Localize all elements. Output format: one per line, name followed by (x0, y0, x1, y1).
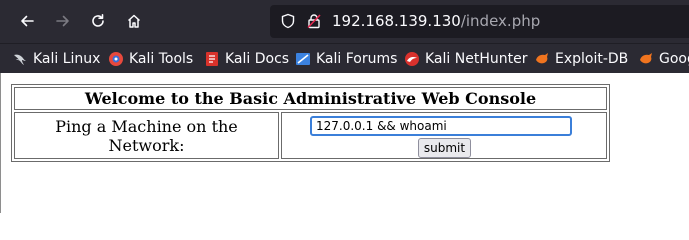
ping-label: Ping a Machine on the Network: (14, 112, 279, 159)
shield-icon[interactable] (280, 13, 296, 29)
kali-forums-icon (296, 53, 310, 65)
home-button[interactable] (119, 6, 149, 36)
bookmark-exploit-db[interactable]: Exploit-DB (534, 49, 628, 69)
insecure-lock-icon[interactable] (306, 13, 322, 29)
bookmark-label: Kali Linux (33, 51, 101, 67)
kali-docs-icon (206, 52, 218, 66)
forward-button[interactable] (48, 6, 78, 36)
bookmark-label: Exploit-DB (555, 51, 629, 67)
kali-dragon-icon (14, 54, 26, 65)
url-text[interactable]: 192.168.139.130/index.php (332, 12, 540, 30)
bookmarks-toolbar: Kali Linux Kali Tools Kali Docs Kali For… (0, 43, 689, 73)
back-arrow-icon (21, 15, 34, 27)
bookmark-kali-nethunter[interactable]: Kali NetHunter (404, 49, 527, 69)
page-title: Welcome to the Basic Administrative Web … (14, 87, 607, 110)
url-host: 192.168.139.130 (332, 12, 461, 30)
ping-target-input[interactable] (310, 116, 572, 136)
bookmark-label: Goog (659, 51, 689, 67)
reload-icon (92, 14, 104, 27)
url-path: /index.php (460, 12, 541, 30)
bookmark-kali-docs[interactable]: Kali Docs (204, 49, 289, 69)
bookmark-google-hacking-db[interactable]: Goog (638, 49, 689, 69)
home-icon (127, 14, 141, 28)
bookmark-label: Kali NetHunter (425, 51, 528, 67)
google-hacking-db-icon (640, 53, 652, 64)
address-bar[interactable]: 192.168.139.130/index.php (270, 5, 689, 38)
forward-arrow-icon (56, 15, 69, 27)
bookmark-kali-tools[interactable]: Kali Tools (108, 49, 193, 69)
bookmark-kali-forums[interactable]: Kali Forums (295, 49, 397, 69)
back-button[interactable] (12, 6, 42, 36)
ping-form: submit (281, 112, 607, 159)
bookmark-kali-linux[interactable]: Kali Linux (12, 49, 100, 69)
page-left-border (0, 73, 1, 213)
bookmark-label: Kali Docs (225, 51, 290, 67)
browser-toolbar: 192.168.139.130/index.php (0, 0, 689, 43)
exploit-db-icon (536, 53, 548, 64)
console-table: Welcome to the Basic Administrative Web … (11, 84, 610, 162)
bookmark-label: Kali Tools (129, 51, 194, 67)
bookmark-label: Kali Forums (316, 51, 398, 67)
submit-button[interactable]: submit (417, 138, 472, 158)
kali-tools-icon (109, 52, 123, 66)
reload-button[interactable] (83, 6, 113, 36)
kali-nethunter-icon (405, 52, 419, 66)
